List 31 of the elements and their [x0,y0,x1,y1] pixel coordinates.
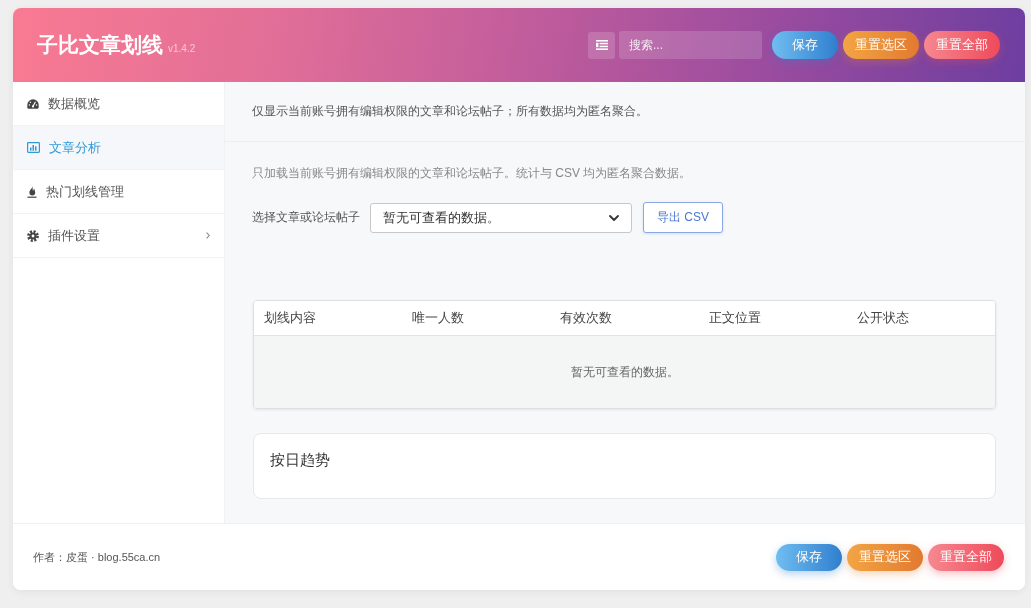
reset-all-button[interactable]: 重置全部 [924,31,1000,59]
column-header: 公开状态 [855,309,910,327]
column-header: 正文位置 [707,309,762,327]
app-title: 子比文章划线 [37,32,163,58]
reset-selection-button[interactable]: 重置选区 [847,543,923,571]
empty-message: 暂无可查看的数据。 [570,363,679,381]
gear-icon [27,229,39,242]
list-icon [595,40,608,50]
export-csv-button[interactable]: 导出 CSV [643,202,723,233]
save-button[interactable]: 保存 [772,31,838,59]
reset-selection-button[interactable]: 重置选区 [843,31,919,59]
hint-text: 只加载当前账号拥有编辑权限的文章和论坛帖子。统计与 CSV 均为匿名聚合数据。 [252,165,693,181]
column-header: 有效次数 [559,309,614,327]
sidebar-item[interactable]: 插件设置 [13,214,224,258]
author-credit: 作者：皮蛋 · blog.55ca.cn [33,549,161,565]
gauge-icon [27,98,39,109]
chevron-down-icon [609,214,619,221]
notice-text: 仅显示当前账号拥有编辑权限的文章和论坛帖子；所有数据均为匿名聚合。 [252,103,648,120]
article-select[interactable]: 暂无可查看的数据。 [370,202,632,233]
sidebar-item[interactable]: 文章分析 [13,126,224,170]
trend-title: 按日趋势 [270,451,330,468]
version-label: v1.4.2 [168,43,196,54]
list-toggle-button[interactable] [588,31,615,59]
bar-chart-icon [27,142,40,153]
select-label: 选择文章或论坛帖子 [252,209,360,226]
flame-icon [27,185,37,198]
column-header: 唯一人数 [411,309,466,327]
sidebar-item[interactable]: 热门划线管理 [13,170,224,214]
save-button[interactable]: 保存 [776,543,842,571]
column-header: 划线内容 [263,309,317,327]
reset-all-button[interactable]: 重置全部 [928,543,1004,571]
